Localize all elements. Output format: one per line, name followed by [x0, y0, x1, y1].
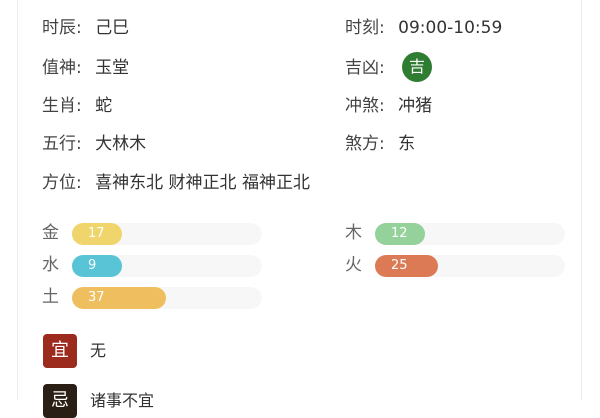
yi-tag: 宜 — [43, 334, 77, 368]
ji-tag: 忌 — [43, 384, 77, 418]
element-fill-mu: 12 — [375, 223, 425, 245]
fangwei-row: 方位: 喜神东北 财神正北 福神正北 — [42, 171, 310, 195]
element-fill-huo: 25 — [375, 255, 438, 277]
yi-text: 无 — [90, 341, 107, 360]
element-track-huo: 25 — [375, 255, 565, 277]
fangwei-label: 方位: — [42, 173, 82, 193]
wuxing-label: 五行: — [42, 134, 82, 154]
shafang-row: 煞方: 东 — [345, 132, 415, 156]
jixiong-badge: 吉 — [402, 52, 432, 82]
shengxiao-label: 生肖: — [42, 96, 82, 116]
shichen-row: 时辰: 己巳 — [42, 16, 129, 40]
shafang-value: 东 — [398, 134, 416, 154]
element-label-huo: 火 — [345, 255, 362, 275]
element-label-jin: 金 — [42, 223, 59, 243]
element-track-jin: 17 — [72, 223, 262, 245]
card-left-edge — [17, 0, 18, 400]
fangwei-value: 喜神东北 财神正北 福神正北 — [95, 173, 310, 193]
zhishen-value: 玉堂 — [95, 58, 130, 78]
jixiong-row: 吉凶: — [345, 56, 385, 80]
shafang-label: 煞方: — [345, 134, 385, 154]
element-fill-shui: 9 — [72, 255, 122, 277]
jixiong-label: 吉凶: — [345, 58, 385, 78]
shike-value: 09:00-10:59 — [398, 18, 503, 38]
element-track-mu: 12 — [375, 223, 565, 245]
card-right-edge — [581, 0, 582, 400]
element-fill-jin: 17 — [72, 223, 122, 245]
shengxiao-row: 生肖: 蛇 — [42, 94, 112, 118]
shike-label: 时刻: — [345, 18, 385, 38]
element-fill-tu: 37 — [72, 287, 166, 309]
chongsha-label: 冲煞: — [345, 96, 385, 116]
shike-row: 时刻: 09:00-10:59 — [345, 16, 502, 40]
wuxing-value: 大林木 — [95, 134, 147, 154]
shichen-value: 己巳 — [95, 18, 130, 38]
zhishen-label: 值神: — [42, 58, 82, 78]
zhishen-row: 值神: 玉堂 — [42, 56, 129, 80]
element-track-shui: 9 — [72, 255, 262, 277]
shengxiao-value: 蛇 — [95, 96, 113, 116]
ji-text: 诸事不宜 — [90, 391, 155, 410]
chongsha-value: 冲猪 — [398, 96, 433, 116]
shichen-label: 时辰: — [42, 18, 82, 38]
wuxing-row: 五行: 大林木 — [42, 132, 146, 156]
element-label-shui: 水 — [42, 255, 59, 275]
element-label-mu: 木 — [345, 223, 362, 243]
element-track-tu: 37 — [72, 287, 262, 309]
element-label-tu: 土 — [42, 287, 59, 307]
chongsha-row: 冲煞: 冲猪 — [345, 94, 432, 118]
